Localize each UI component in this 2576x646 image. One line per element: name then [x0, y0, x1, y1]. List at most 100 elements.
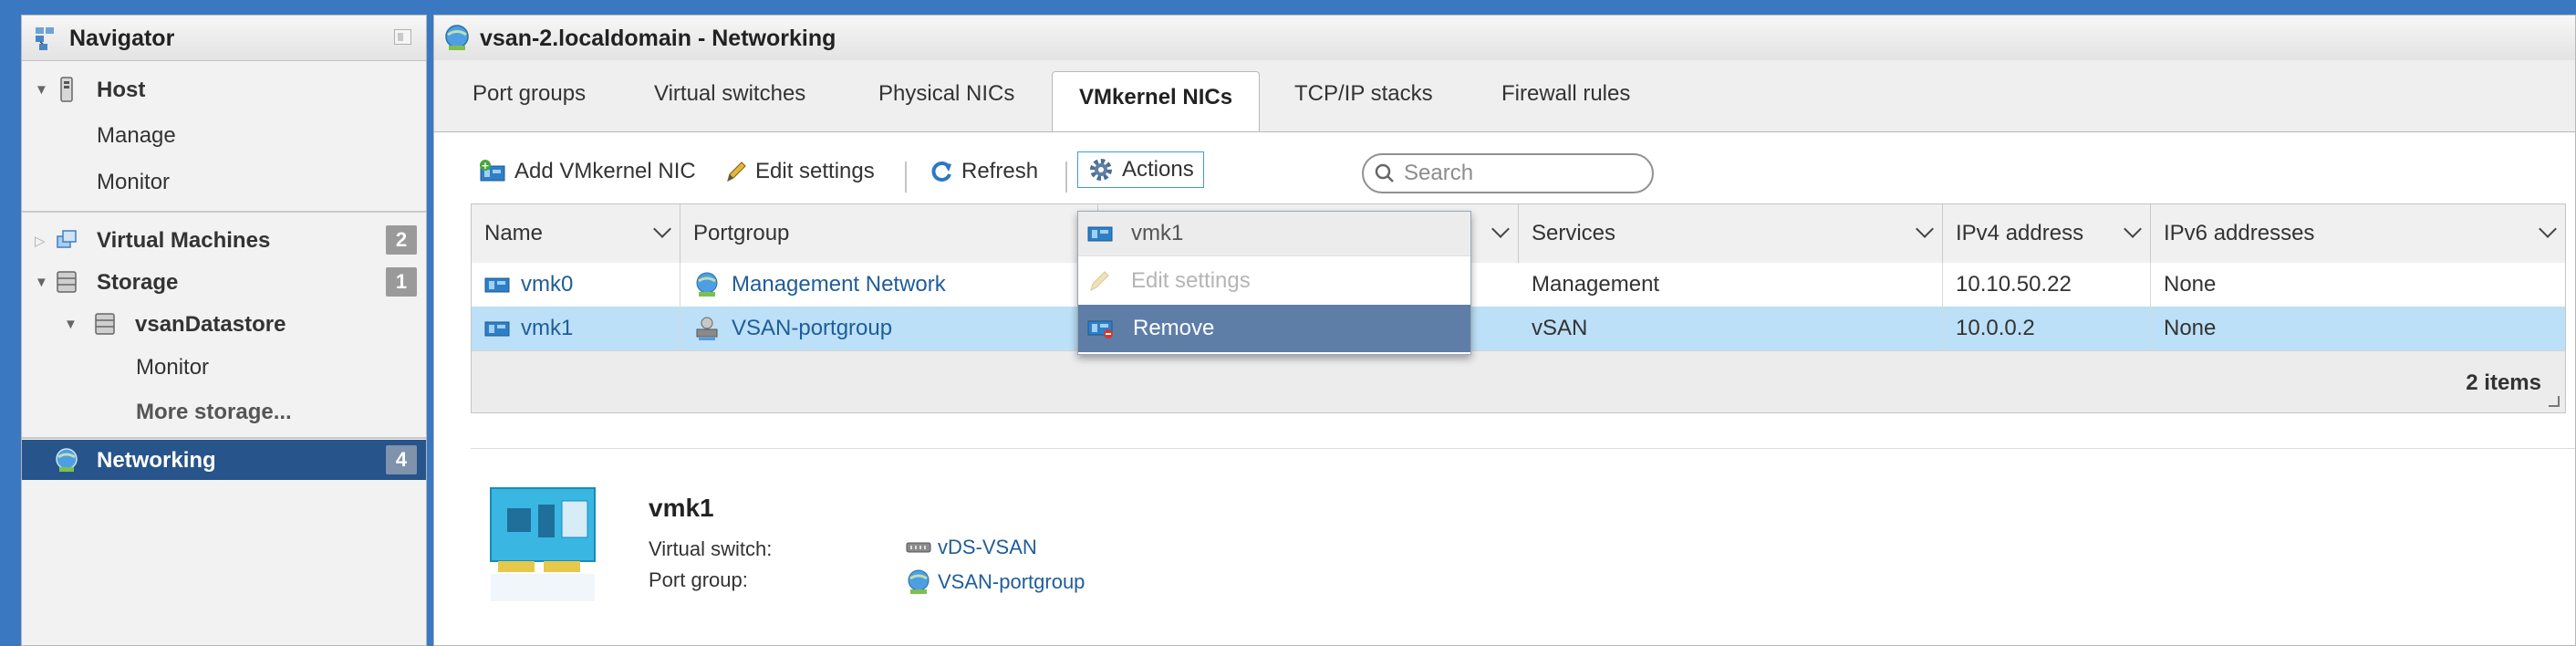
- table-row-selected[interactable]: vmk1 VSAN-portgroup vSAN 10.0.0.2 None: [472, 307, 2565, 351]
- cell-portgroup[interactable]: Management Network: [680, 263, 1098, 307]
- edit-settings-button[interactable]: Edit settings: [724, 159, 875, 184]
- distributed-portgroup-icon: [696, 317, 718, 340]
- nav-item-label: More storage...: [136, 400, 292, 424]
- search-input[interactable]: [1402, 160, 1634, 187]
- column-menu-chevron-icon[interactable]: [1916, 220, 1934, 238]
- network-globe-icon: [696, 272, 718, 297]
- pencil-icon: [1090, 271, 1109, 291]
- column-menu-chevron-icon[interactable]: [2539, 220, 2557, 238]
- column-menu-chevron-icon[interactable]: [2124, 220, 2142, 238]
- nav-item-label: Host: [97, 78, 146, 102]
- menu-item-remove[interactable]: Remove: [1078, 305, 1470, 352]
- cell-name[interactable]: vmk1: [472, 307, 680, 350]
- nav-item-host[interactable]: ▼ Host: [22, 69, 426, 109]
- nic-name-link[interactable]: vmk0: [521, 263, 573, 307]
- column-title: IPv4 address: [1956, 221, 2084, 245]
- cell-ipv4: 10.10.50.22: [1943, 263, 2151, 307]
- port-group-value[interactable]: VSAN-portgroup: [905, 568, 1085, 596]
- tab-vmkernel-nics[interactable]: VMkernel NICs: [1052, 71, 1261, 131]
- cell-ipv4: 10.0.0.2: [1943, 307, 2151, 350]
- column-title: IPv6 addresses: [2164, 221, 2315, 245]
- add-vmkernel-nic-button[interactable]: + Add VMkernel NIC: [478, 159, 696, 184]
- tab-physical-nics[interactable]: Physical NICs: [878, 81, 1014, 107]
- expand-caret-icon[interactable]: ▼: [35, 82, 48, 98]
- datastore-icon: [95, 313, 115, 335]
- switch-icon: [906, 542, 931, 553]
- item-count: 2 items: [2466, 370, 2541, 395]
- search-box[interactable]: [1362, 153, 1654, 193]
- menu-item-label: Remove: [1133, 316, 1215, 340]
- column-header-ipv4[interactable]: IPv4 address: [1943, 204, 2151, 263]
- navigator-header: Navigator: [22, 16, 426, 61]
- count-badge: 1: [386, 267, 417, 297]
- menu-item-label: Edit settings: [1131, 268, 1251, 293]
- network-globe-icon: [908, 569, 930, 594]
- nav-item-networking[interactable]: Networking 4: [22, 440, 426, 480]
- expand-caret-icon[interactable]: ▼: [64, 317, 78, 332]
- nav-item-more-storage[interactable]: More storage...: [22, 391, 426, 432]
- column-header-services[interactable]: Services: [1519, 204, 1943, 263]
- column-header-name[interactable]: Name: [472, 204, 680, 263]
- nav-divider: [22, 437, 426, 439]
- nic-icon: [484, 321, 510, 337]
- nav-item-storage[interactable]: ▼ Storage 1: [22, 262, 426, 302]
- count-badge: 4: [386, 445, 417, 474]
- nav-item-datastore-monitor[interactable]: Monitor: [22, 347, 426, 387]
- table-row[interactable]: vmk0 Management Network Management 10.10…: [472, 263, 2565, 307]
- column-menu-chevron-icon[interactable]: [1491, 220, 1510, 238]
- menu-header-label: vmk1: [1131, 221, 1184, 245]
- nav-item-virtual-machines[interactable]: ▷ Virtual Machines 2: [22, 220, 426, 260]
- portgroup-link[interactable]: Management Network: [732, 263, 946, 307]
- refresh-label: Refresh: [961, 159, 1039, 183]
- add-vmkernel-nic-label: Add VMkernel NIC: [514, 159, 696, 183]
- column-title: Services: [1532, 221, 1616, 245]
- column-header-portgroup[interactable]: Portgroup: [680, 204, 1098, 263]
- nav-item-label: Monitor: [136, 355, 210, 380]
- tab-tcpip-stacks[interactable]: TCP/IP stacks: [1294, 81, 1433, 107]
- port-group-link[interactable]: VSAN-portgroup: [938, 570, 1085, 594]
- tab-firewall-rules[interactable]: Firewall rules: [1501, 81, 1630, 107]
- nic-name-link[interactable]: vmk1: [521, 307, 573, 350]
- portgroup-link[interactable]: VSAN-portgroup: [732, 307, 892, 350]
- virtual-switch-value[interactable]: vDS-VSAN: [905, 536, 1037, 559]
- navigator-title: Navigator: [69, 26, 175, 51]
- collapsed-caret-icon[interactable]: ▷: [35, 233, 46, 249]
- resize-handle[interactable]: [2549, 396, 2560, 407]
- navigator-panel: Navigator ▼ Host Manage Monitor ▷ Virtua…: [21, 15, 427, 646]
- virtual-switch-link[interactable]: vDS-VSAN: [938, 536, 1037, 559]
- cell-name[interactable]: vmk0: [472, 263, 680, 307]
- search-icon: [1375, 163, 1394, 182]
- nav-item-monitor[interactable]: Monitor: [22, 162, 426, 202]
- svg-text:+: +: [481, 160, 489, 172]
- tab-virtual-switches[interactable]: Virtual switches: [654, 81, 805, 107]
- networking-globe-icon: [56, 448, 78, 472]
- nav-item-label: Manage: [97, 123, 176, 148]
- nav-item-label: Networking: [97, 448, 216, 473]
- nav-item-manage[interactable]: Manage: [22, 115, 426, 155]
- cell-services: Management: [1519, 263, 1943, 307]
- networking-globe-icon: [445, 25, 469, 50]
- edit-settings-label: Edit settings: [755, 159, 875, 183]
- toolbar-separator: [905, 162, 907, 193]
- nav-item-label: vsanDatastore: [135, 312, 286, 337]
- navigator-logo-icon: [36, 27, 54, 50]
- column-menu-chevron-icon[interactable]: [653, 220, 671, 238]
- cell-services: vSAN: [1519, 307, 1943, 350]
- nav-item-label: Monitor: [97, 170, 171, 194]
- expand-caret-icon[interactable]: ▼: [35, 275, 48, 290]
- nav-item-vsandatastore[interactable]: ▼ vsanDatastore: [22, 304, 426, 344]
- navigator-collapse-button[interactable]: [394, 29, 411, 45]
- refresh-button[interactable]: Refresh: [929, 159, 1038, 184]
- actions-button[interactable]: Actions: [1077, 151, 1204, 188]
- cell-portgroup[interactable]: VSAN-portgroup: [680, 307, 1098, 350]
- column-header-ipv6[interactable]: IPv6 addresses: [2151, 204, 2565, 263]
- actions-label: Actions: [1122, 157, 1194, 182]
- menu-item-edit-settings[interactable]: Edit settings: [1078, 255, 1470, 306]
- cell-ipv6: None: [2164, 272, 2217, 297]
- nic-icon: [484, 277, 510, 293]
- table-header: Name Portgroup Services IPv4 address IPv…: [472, 204, 2565, 264]
- cell-ipv6: None: [2164, 316, 2217, 340]
- section-divider: [471, 448, 2575, 449]
- actions-menu: vmk1 Edit settings Remove: [1077, 211, 1471, 355]
- tab-port-groups[interactable]: Port groups: [473, 81, 586, 107]
